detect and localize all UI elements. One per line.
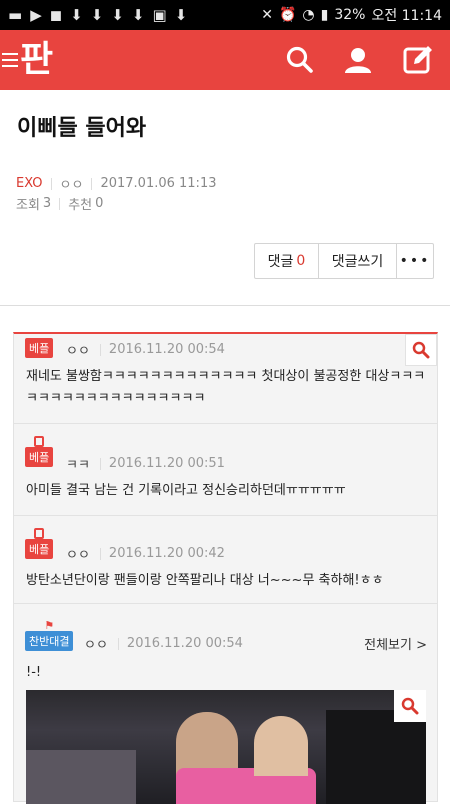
thumbs-up-icon	[34, 528, 45, 539]
photo-region	[326, 710, 426, 804]
gallery-icon: ▣	[152, 5, 167, 24]
divider	[99, 457, 101, 470]
divider	[99, 343, 101, 356]
comment-text: 아미들 결국 남는 건 기록이라고 정신승리하던데ㅠㅠㅠㅠㅠ	[26, 483, 346, 498]
post-stats: 조회 3 추천 0	[16, 194, 103, 213]
thumbs-up-icon	[34, 436, 45, 447]
write-icon[interactable]	[402, 44, 434, 76]
section-divider	[0, 305, 450, 306]
write-comment-label: 댓글쓰기	[331, 254, 384, 270]
app-logo[interactable]: 판	[20, 30, 53, 90]
flag-icon: ⚑	[44, 619, 55, 632]
download-icon: ⬇	[111, 5, 124, 24]
comment-author: ㅋㅋ	[66, 458, 90, 473]
divider	[99, 547, 101, 560]
user-icon[interactable]	[344, 46, 372, 74]
post-meta: EXO ㅇㅇ 2017.01.06 11:13	[16, 174, 216, 193]
comment-text: 방탄소년단이랑 팬들이랑 안쪽팔리나 대상 너~~~무 축하해!ㅎㅎ	[26, 573, 384, 588]
divider	[59, 197, 61, 210]
comment-date: 2016.11.20 00:54	[108, 342, 225, 357]
post-author: ㅇㅇ	[59, 178, 84, 193]
versus-badge: 찬반대결	[25, 631, 74, 651]
more-button[interactable]: •••	[397, 244, 433, 278]
app-bar: 판	[0, 30, 450, 90]
best-badge: 베플	[25, 539, 54, 559]
comment-author: ㅇㅇ	[66, 344, 90, 359]
more-icon: •••	[399, 253, 431, 269]
divider	[117, 637, 119, 650]
clock: 오전 11:14	[371, 8, 442, 24]
comment-photo[interactable]	[26, 690, 426, 804]
comment-author: ㅇㅇ	[66, 548, 90, 563]
comment-label: 댓글	[267, 254, 294, 270]
views-count: 3	[42, 196, 52, 211]
search-icon[interactable]	[405, 334, 437, 366]
best-comment[interactable]: 베플 ㅇㅇ 2016.11.20 00:42 방탄소년단이랑 팬들이랑 안쪽팔리…	[14, 516, 437, 604]
wifi-icon: ◔	[302, 7, 315, 23]
download-icon: ⬇	[174, 5, 188, 24]
comment-button[interactable]: 댓글 0	[255, 244, 319, 278]
zoom-icon[interactable]	[394, 690, 426, 722]
views-label: 조회	[16, 198, 40, 213]
post-title: 이삐들 들어와	[17, 116, 147, 141]
post-category[interactable]: EXO	[16, 176, 43, 191]
facebook-icon: ◼	[49, 5, 63, 24]
comment-text: !-!	[26, 665, 42, 680]
signal-icon: ▮	[320, 7, 329, 23]
post-date: 2017.01.06 11:13	[100, 176, 217, 191]
photo-region	[254, 716, 308, 776]
status-bar: ▬ ▶ ◼ ⬇ ⬇ ⬇ ⬇ ▣ ⬇ ✕ ⏰ ◔ ▮ 32% 오전 11:14	[0, 0, 450, 30]
comment-text: 재네도 불쌍함ㅋㅋㅋㅋㅋㅋㅋㅋㅋㅋㅋㅋㅋ 첫대상이 불공정한 대상ㅋㅋㅋㅋㅋㅋㅋ…	[26, 369, 426, 406]
photo-region	[26, 750, 136, 804]
play-icon: ▶	[30, 5, 42, 24]
download-icon: ⬇	[70, 5, 83, 24]
comment-author: ㅇㅇ	[84, 638, 108, 653]
post-actions: 댓글 0 댓글쓰기 •••	[254, 243, 434, 279]
best-comment[interactable]: 베플 ㅇㅇ 2016.11.20 00:54 재네도 불쌍함ㅋㅋㅋㅋㅋㅋㅋㅋㅋㅋ…	[14, 334, 437, 424]
recommend-label: 추천	[68, 198, 93, 213]
comment-date: 2016.11.20 00:42	[108, 546, 225, 561]
message-icon: ▬	[8, 5, 23, 24]
search-icon[interactable]	[286, 46, 314, 74]
best-comments-panel: 베플 ㅇㅇ 2016.11.20 00:54 재네도 불쌍함ㅋㅋㅋㅋㅋㅋㅋㅋㅋㅋ…	[13, 332, 438, 804]
comment-date: 2016.11.20 00:54	[126, 636, 243, 651]
battery-level: 32%	[334, 7, 366, 23]
best-comment[interactable]: 베플 ㅋㅋ 2016.11.20 00:51 아미들 결국 남는 건 기록이라고…	[14, 424, 437, 516]
write-comment-button[interactable]: 댓글쓰기	[319, 244, 397, 278]
menu-icon[interactable]	[2, 49, 18, 71]
download-icon: ⬇	[131, 5, 145, 24]
divider	[91, 177, 93, 190]
comment-date: 2016.11.20 00:51	[108, 456, 225, 471]
download-icon: ⬇	[90, 5, 104, 24]
view-all-link[interactable]: 전체보기 >	[364, 634, 427, 653]
recommend-count: 0	[95, 196, 104, 211]
alarm-icon: ⏰	[278, 7, 297, 23]
mute-icon: ✕	[261, 7, 273, 23]
best-badge: 베플	[25, 338, 54, 358]
best-badge: 베플	[25, 447, 54, 467]
divider	[50, 177, 52, 190]
comment-count: 0	[296, 253, 306, 269]
